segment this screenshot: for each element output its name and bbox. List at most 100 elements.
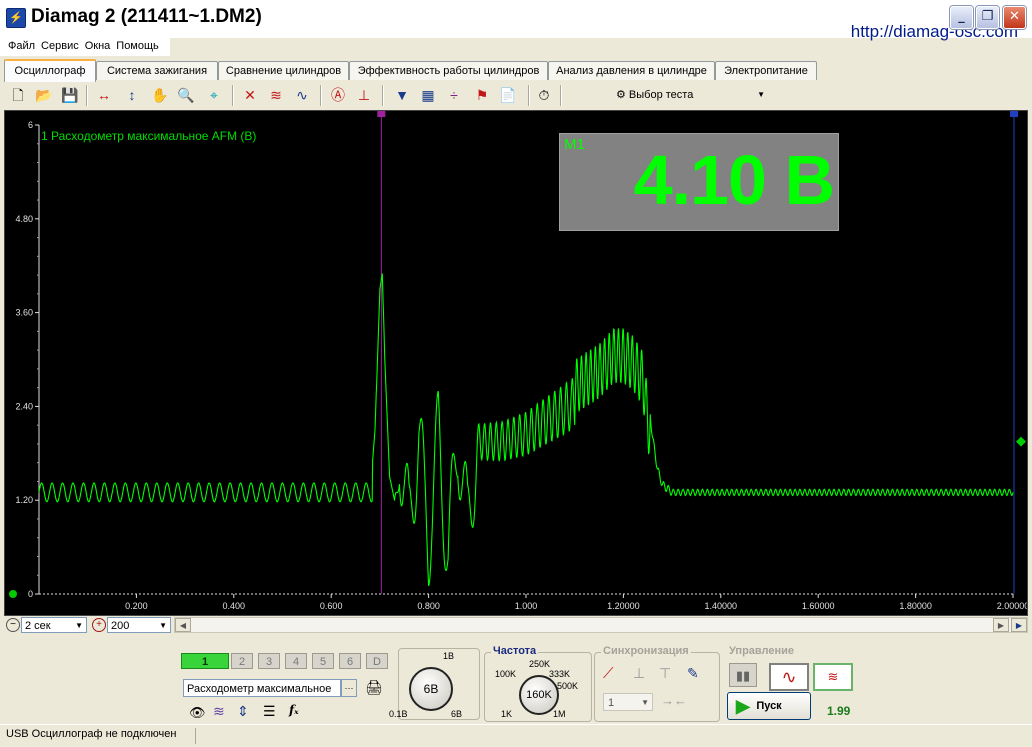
tab-cylinder-compare[interactable]: Сравнение цилиндров	[218, 61, 349, 80]
scroll-left-icon[interactable]: ◀	[175, 618, 191, 632]
y-tick-label: 6	[28, 120, 33, 130]
eye-icon[interactable]: 👁	[189, 705, 206, 721]
scroll-end-icon[interactable]: ▶	[1011, 618, 1027, 632]
trigger-level-marker	[1016, 436, 1026, 447]
close-button[interactable]: ✕	[1003, 6, 1026, 29]
falling-edge-icon[interactable]: ⊥	[633, 665, 645, 682]
flag-icon[interactable]: ⚑	[472, 85, 492, 105]
more-button[interactable]: ···	[341, 679, 357, 697]
run-button[interactable]: ▶ Пуск	[727, 692, 811, 720]
minus-icon[interactable]: −	[6, 618, 20, 632]
lines-icon[interactable]: ☰	[263, 703, 276, 720]
oscilloscope-display[interactable]: 0 1.20 2.40 3.60 4.80 6 0.200 0.400 0.600 0.800 1.…	[4, 110, 1028, 616]
note-icon[interactable]: 📄	[498, 85, 518, 105]
grid-icon[interactable]: ▦	[418, 85, 438, 105]
wave-multi-icon[interactable]: ∿	[292, 85, 312, 105]
rising-edge-icon[interactable]: ⟋	[603, 665, 614, 682]
channel-4-button[interactable]: 4	[285, 653, 307, 669]
cursor-icon[interactable]: ⌖	[204, 85, 224, 105]
timebase-row: − 2 сек ▼ + 200 ▼ ◀ ▶ ▶	[4, 617, 1028, 634]
y-tick-label: 4.80	[15, 214, 33, 224]
channel-name-field[interactable]: Расходометр максимальное	[183, 679, 341, 697]
menu-service[interactable]: Сервис	[37, 38, 81, 52]
samples-value: 200	[111, 620, 130, 632]
frequency-title: Частота	[491, 645, 539, 657]
menu-help[interactable]: Помощь	[112, 38, 161, 52]
control-title: Управление	[727, 645, 797, 657]
play-icon: ▶	[736, 696, 750, 716]
tab-power-supply[interactable]: Электропитание	[715, 61, 817, 80]
menu-file[interactable]: Файл	[0, 38, 37, 52]
hand-icon[interactable]: ✋	[150, 85, 170, 105]
auto-icon[interactable]: Ⓐ	[328, 85, 348, 105]
channel-6-button[interactable]: 6	[339, 653, 361, 669]
time-select[interactable]: 2 сек ▼	[21, 617, 87, 633]
minimize-button[interactable]: _	[950, 6, 973, 29]
plus-icon[interactable]: +	[92, 618, 106, 632]
status-bar: USB Осциллограф не подключен	[0, 724, 1032, 747]
channel-zero-marker	[9, 590, 17, 598]
function-icon[interactable]: fₓ	[289, 703, 299, 717]
menu-windows[interactable]: Окна	[81, 38, 113, 52]
cursor-horizontal-icon[interactable]: ↔	[94, 85, 114, 105]
zero-icon[interactable]: ⊥	[354, 85, 374, 105]
range-max-label: 6В	[451, 709, 463, 719]
freq-label-1k: 1K	[501, 709, 513, 719]
math-icon[interactable]: ✕	[240, 85, 260, 105]
x-tick-label: 1.80000	[899, 601, 932, 611]
waveform-icon[interactable]: ⚡	[6, 8, 26, 28]
sync-auto-icon[interactable]: ✎	[687, 665, 699, 682]
stopwatch-icon[interactable]: ⏱	[534, 85, 554, 105]
cursor-vertical-icon[interactable]: ↕	[122, 85, 142, 105]
range-knob-value: 6В	[423, 682, 439, 696]
wave-icon[interactable]: ≋	[266, 85, 286, 105]
toolbar: 🗋 📂 💾 ↔ ↕ ✋ 🔍 ⌖ ✕ ≋ ∿ Ⓐ ⊥ ▼ ▦ ÷ ⚑ 📄 ⏱ ⚙ …	[4, 82, 1028, 109]
channel-1-button[interactable]: 1	[181, 653, 229, 669]
channel-d-button[interactable]: D	[366, 653, 388, 669]
open-folder-icon[interactable]: 📂	[34, 85, 54, 105]
zoom-icon[interactable]: 🔍	[176, 85, 196, 105]
test-select[interactable]: ⚙ Выбор теста ▼	[616, 85, 771, 105]
pause-icon[interactable]: ▮▮	[729, 663, 757, 687]
range-knob-group: 6В 1В 0.1В 6В	[389, 648, 480, 720]
channel-2-button[interactable]: 2	[231, 653, 253, 669]
x-tick-label: 1.60000	[802, 601, 835, 611]
vertical-shift-icon[interactable]: ⇕	[237, 703, 249, 720]
scroll-right-icon[interactable]: ▶	[993, 618, 1009, 632]
time-value: 2 сек	[25, 620, 51, 632]
range-knob[interactable]: 6В	[409, 667, 453, 711]
chevron-down-icon: ▼	[75, 621, 83, 630]
sync-arrows-icon[interactable]: →←	[661, 693, 687, 708]
x-tick-label: 1.40000	[705, 601, 738, 611]
range-min-label: 0.1В	[389, 709, 408, 719]
sync-level-icon[interactable]: ⊤	[659, 665, 671, 682]
channel-5-button[interactable]: 5	[312, 653, 334, 669]
tab-ignition[interactable]: Система зажигания	[96, 61, 218, 80]
tab-cylinder-pressure[interactable]: Анализ давления в цилиндре	[548, 61, 715, 80]
probe-icon[interactable]: 🖨	[365, 679, 383, 696]
channel-3-button[interactable]: 3	[258, 653, 280, 669]
freq-label-250k: 250K	[529, 659, 551, 669]
wave-toggle-icon[interactable]: ≋	[213, 703, 225, 720]
measurement-meter: M1 4.10 В	[559, 133, 839, 231]
window-title: Diamag 2 (211411~1.DM2)	[31, 6, 262, 27]
meter-label: M1	[564, 136, 585, 153]
freq-label-500k: 500K	[557, 681, 579, 691]
single-wave-icon[interactable]: ∿	[769, 663, 809, 691]
save-icon[interactable]: 💾	[60, 85, 80, 105]
y-tick-label: 1.20	[15, 495, 33, 505]
continuous-wave-icon[interactable]: ≋	[813, 663, 853, 691]
samples-select[interactable]: 200 ▼	[107, 617, 171, 633]
close-icon: ✕	[1009, 9, 1020, 24]
split-icon[interactable]: ÷	[444, 85, 464, 105]
scope-chart[interactable]: 0 1.20 2.40 3.60 4.80 6 0.200 0.400 0.600 0.800 1.…	[5, 111, 1027, 615]
tab-oscilloscope[interactable]: Осциллограф	[4, 59, 96, 82]
restore-button[interactable]: ❐	[976, 6, 999, 29]
tab-cylinder-efficiency[interactable]: Эффективность работы цилиндров	[349, 61, 548, 80]
new-file-icon[interactable]: 🗋	[8, 85, 28, 105]
x-tick-label: 1.20000	[607, 601, 640, 611]
horizontal-scrollbar[interactable]: ◀ ▶ ▶	[174, 617, 1028, 633]
sync-channel-select[interactable]: 1 ▼	[603, 693, 653, 711]
filter-icon[interactable]: ▼	[392, 85, 412, 105]
x-tick-label: 1.000	[515, 601, 538, 611]
